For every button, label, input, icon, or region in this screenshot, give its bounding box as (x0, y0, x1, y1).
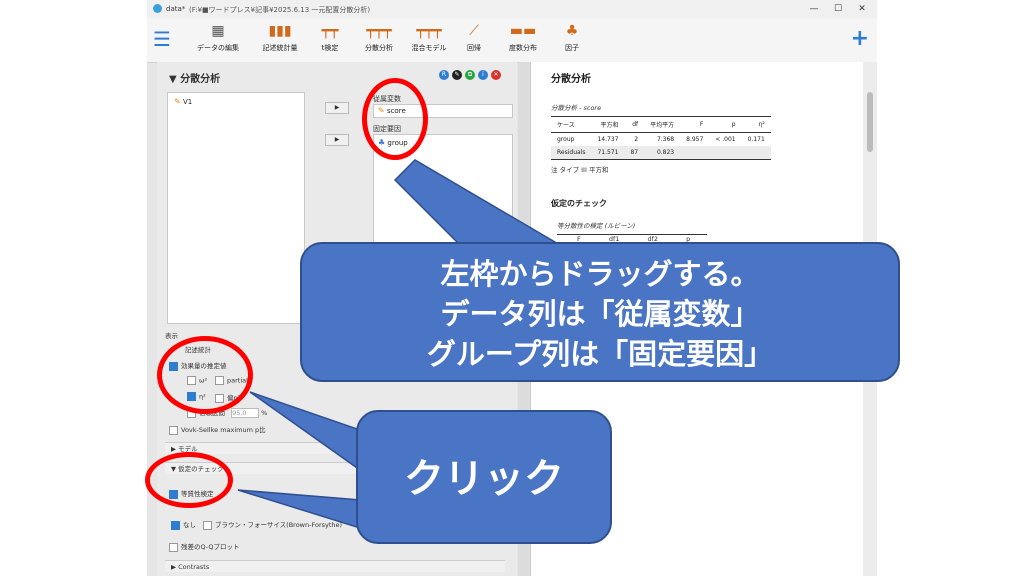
callout-tail-2 (237, 489, 361, 530)
callout-line-3: グループ列は「固定要因」 (426, 337, 774, 371)
callout-click: クリック (356, 410, 612, 544)
callout-line-2: データ列は「従属変数」 (440, 297, 760, 331)
callout-line-1: 左枠からドラッグする。 (440, 257, 760, 291)
callout-drag-instruction: 左枠からドラッグする。 データ列は「従属変数」 グループ列は「固定要因」 (300, 242, 900, 382)
callout-tail-3 (249, 391, 361, 472)
callout-tail-1 (393, 159, 563, 246)
